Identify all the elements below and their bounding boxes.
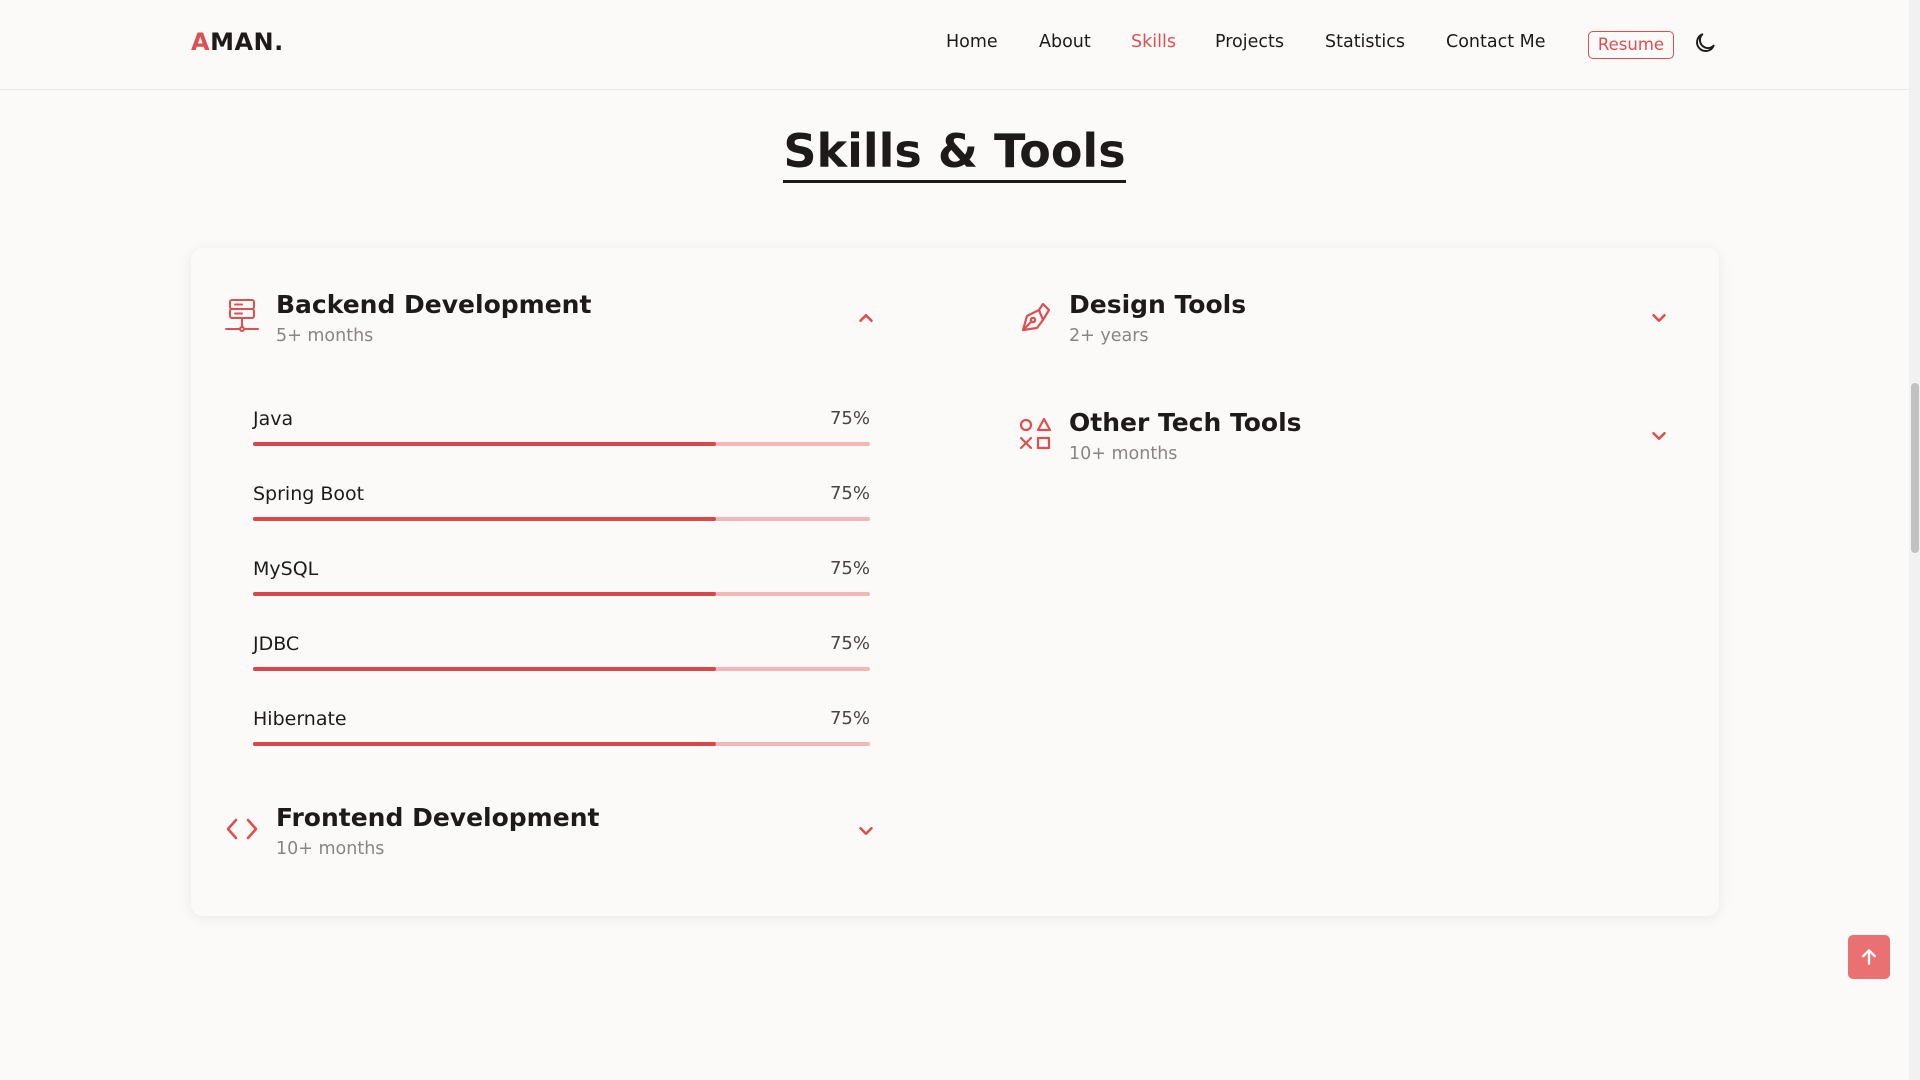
category-subtitle: 10+ months: [276, 839, 385, 859]
site-header: AMAN. Home About Skills Projects Statist…: [0, 0, 1909, 90]
scrollbar-thumb[interactable]: [1911, 383, 1919, 553]
chevron-down-icon[interactable]: [1648, 307, 1670, 329]
pen-tool-icon: [1021, 302, 1051, 332]
chevron-up-icon[interactable]: [855, 307, 877, 329]
skill-name: Spring Boot: [253, 483, 365, 505]
skill-bar: [253, 667, 870, 671]
skill-name: Java: [253, 408, 294, 430]
skill-bar-fill: [253, 742, 716, 746]
server-icon: [225, 299, 259, 332]
chevron-down-icon[interactable]: [1648, 425, 1670, 447]
code-icon: [226, 818, 258, 840]
skill-percent: 75%: [829, 408, 870, 429]
logo-accent-letter: A: [191, 28, 211, 56]
nav-about[interactable]: About: [1039, 32, 1091, 52]
shapes-icon: [1019, 417, 1052, 450]
skill-bar-fill: [253, 667, 716, 671]
category-title: Backend Development: [276, 290, 592, 319]
skill-name: MySQL: [253, 558, 319, 580]
skill-percent: 75%: [829, 558, 870, 579]
category-title: Frontend Development: [276, 803, 600, 832]
category-design[interactable]: Design Tools 2+ years: [1017, 290, 1697, 358]
skill-bar-fill: [253, 442, 716, 446]
skill-bar: [253, 592, 870, 596]
nav-contact[interactable]: Contact Me: [1446, 32, 1546, 52]
logo-text: MAN.: [210, 28, 284, 56]
site-logo[interactable]: AMAN.: [191, 28, 284, 56]
skill-percent: 75%: [829, 483, 870, 504]
category-other[interactable]: Other Tech Tools 10+ months: [1017, 408, 1697, 476]
section-title-text: Skills & Tools: [783, 122, 1126, 183]
skill-name: JDBC: [253, 633, 300, 655]
skill-bar-fill: [253, 517, 716, 521]
scroll-to-top-button[interactable]: [1848, 935, 1890, 979]
skills-card: Backend Development 5+ months Java 75% S…: [191, 248, 1719, 916]
chevron-down-icon[interactable]: [855, 820, 877, 842]
nav-home[interactable]: Home: [946, 32, 998, 52]
category-subtitle: 2+ years: [1069, 326, 1149, 346]
skill-bar-fill: [253, 592, 716, 596]
category-frontend[interactable]: Frontend Development 10+ months: [224, 803, 914, 871]
category-subtitle: 10+ months: [1069, 444, 1178, 464]
category-backend[interactable]: Backend Development 5+ months: [224, 290, 914, 358]
skill-bar: [253, 742, 870, 746]
category-title: Other Tech Tools: [1069, 408, 1302, 437]
skill-bar: [253, 442, 870, 446]
skill-bar: [253, 517, 870, 521]
skill-percent: 75%: [829, 708, 870, 729]
skill-percent: 75%: [829, 633, 870, 654]
category-title: Design Tools: [1069, 290, 1247, 319]
section-title: Skills & Tools: [0, 122, 1909, 183]
nav-skills[interactable]: Skills: [1131, 32, 1176, 52]
category-subtitle: 5+ months: [276, 326, 374, 346]
nav-statistics[interactable]: Statistics: [1325, 32, 1405, 52]
nav-projects[interactable]: Projects: [1215, 32, 1284, 52]
resume-button[interactable]: Resume: [1588, 31, 1674, 59]
moon-icon[interactable]: [1692, 30, 1718, 56]
skill-name: Hibernate: [253, 708, 347, 730]
arrow-up-icon: [1862, 949, 1876, 965]
